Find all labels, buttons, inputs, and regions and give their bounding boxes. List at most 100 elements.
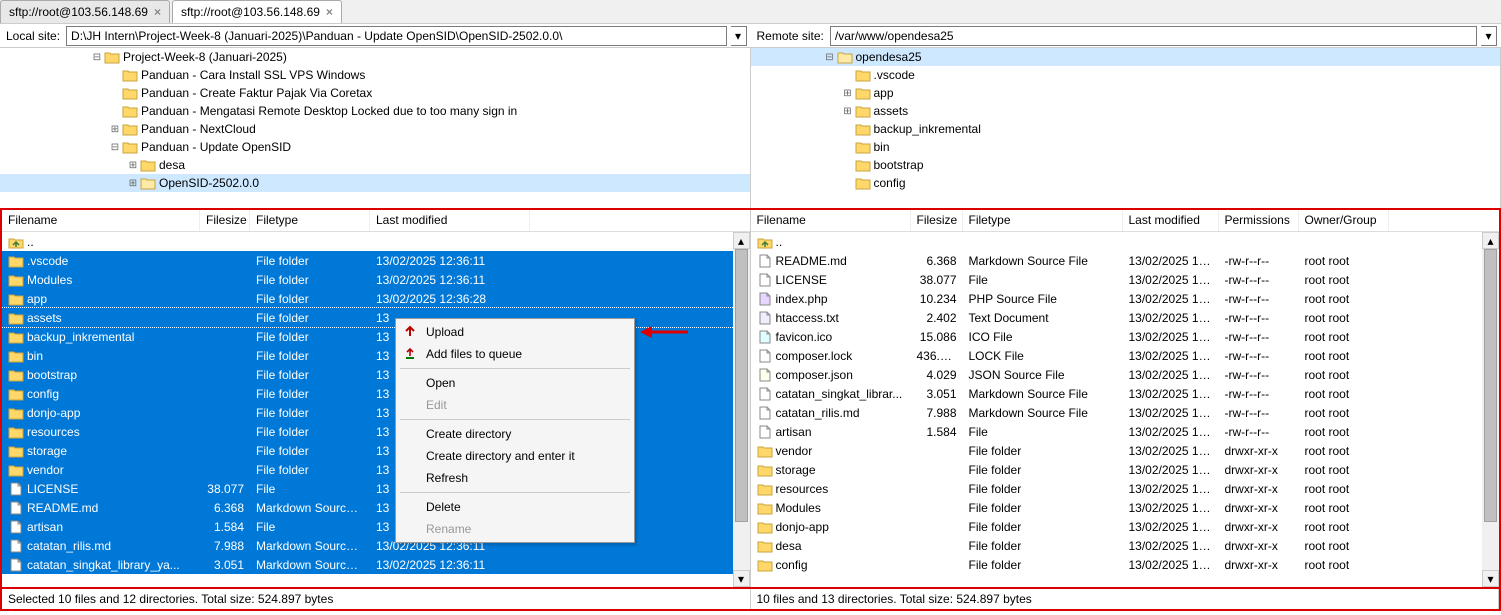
remote-path-dropdown[interactable]: ▾ [1481,26,1497,46]
menu-item-refresh[interactable]: Refresh [398,467,632,489]
expander-icon[interactable]: ⊞ [126,178,140,189]
local-file-list[interactable]: FilenameFilesizeFiletypeLast modified...… [2,210,751,587]
file-row[interactable]: composer.json4.029JSON Source File13/02/… [751,365,1500,384]
menu-item-add-files-to-queue[interactable]: Add files to queue [398,343,632,365]
file-row[interactable]: .. [2,232,750,251]
file-row[interactable]: .. [751,232,1500,251]
scrollbar[interactable]: ▴▾ [733,232,750,587]
close-icon[interactable]: × [326,5,333,19]
column-header[interactable]: Filename [2,210,200,231]
tree-item[interactable]: ⊟Project-Week-8 (Januari-2025) [0,48,750,66]
scrollbar[interactable]: ▴▾ [1482,232,1499,587]
file-row[interactable]: composer.lock436.078LOCK File13/02/2025 … [751,346,1500,365]
tab-0[interactable]: sftp://root@103.56.148.69 × [0,0,170,23]
file-row[interactable]: favicon.ico15.086ICO File13/02/2025 13:.… [751,327,1500,346]
file-row[interactable]: configFile folder13 [2,384,750,403]
remote-file-list[interactable]: FilenameFilesizeFiletypeLast modifiedPer… [751,210,1500,587]
file-row[interactable]: catatan_rilis.md7.988Markdown Source Fil… [751,403,1500,422]
scroll-down-icon[interactable]: ▾ [1482,570,1499,587]
file-row[interactable]: catatan_rilis.md7.988Markdown Source ...… [2,536,750,555]
file-row[interactable]: vendorFile folder13/02/2025 13:...drwxr-… [751,441,1500,460]
file-row[interactable]: artisan1.584File13 [2,517,750,536]
tree-item[interactable]: Panduan - Mengatasi Remote Desktop Locke… [0,102,750,120]
cell-mod: 13/02/2025 13:... [1123,500,1219,516]
tree-item[interactable]: ⊞assets [751,102,1501,120]
menu-item-create-directory-and-enter-it[interactable]: Create directory and enter it [398,445,632,467]
tree-item[interactable]: backup_inkremental [751,120,1501,138]
file-row[interactable]: donjo-appFile folder13/02/2025 13:...drw… [751,517,1500,536]
file-row[interactable]: storageFile folder13 [2,441,750,460]
scroll-up-icon[interactable]: ▴ [1482,232,1499,249]
tree-item[interactable]: Panduan - Create Faktur Pajak Via Coreta… [0,84,750,102]
menu-item-delete[interactable]: Delete [398,496,632,518]
file-row[interactable]: index.php10.234PHP Source File13/02/2025… [751,289,1500,308]
scroll-down-icon[interactable]: ▾ [733,570,750,587]
tree-item[interactable]: .vscode [751,66,1501,84]
file-row[interactable]: resourcesFile folder13 [2,422,750,441]
tree-item[interactable]: Panduan - Cara Install SSL VPS Windows [0,66,750,84]
tab-1[interactable]: sftp://root@103.56.148.69 × [172,0,342,23]
expander-icon[interactable]: ⊟ [823,52,837,63]
cell-name: catatan_singkat_library_ya... [2,557,200,573]
expander-icon[interactable]: ⊞ [108,124,122,135]
file-row[interactable]: assetsFile folder13 [2,308,750,327]
file-row[interactable]: storageFile folder13/02/2025 13:...drwxr… [751,460,1500,479]
file-row[interactable]: catatan_singkat_librar...3.051Markdown S… [751,384,1500,403]
menu-item-open[interactable]: Open [398,372,632,394]
tree-item[interactable]: bin [751,138,1501,156]
tree-item[interactable]: ⊟Panduan - Update OpenSID [0,138,750,156]
menu-item-create-directory[interactable]: Create directory [398,423,632,445]
tree-item[interactable]: ⊞desa [0,156,750,174]
column-header[interactable]: Owner/Group [1299,210,1389,231]
file-row[interactable]: desaFile folder13/02/2025 13:...drwxr-xr… [751,536,1500,555]
column-header[interactable]: Last modified [1123,210,1219,231]
remote-path-input[interactable] [830,26,1477,46]
remote-directory-tree[interactable]: ⊟opendesa25.vscode⊞app⊞assetsbackup_inkr… [751,48,1501,208]
tree-item[interactable]: bootstrap [751,156,1501,174]
column-header[interactable]: Filetype [963,210,1123,231]
file-icon [757,387,773,401]
file-row[interactable]: configFile folder13/02/2025 13:...drwxr-… [751,555,1500,574]
menu-item-upload[interactable]: Upload [398,321,632,343]
local-path-input[interactable] [66,26,726,46]
file-row[interactable]: .vscodeFile folder13/02/2025 12:36:11 [2,251,750,270]
tree-item[interactable]: config [751,174,1501,192]
expander-icon[interactable]: ⊟ [90,52,104,63]
file-row[interactable]: ModulesFile folder13/02/2025 12:36:11 [2,270,750,289]
column-header[interactable]: Filesize [200,210,250,231]
expander-icon[interactable]: ⊞ [841,88,855,99]
column-header[interactable]: Filetype [250,210,370,231]
upload-icon [403,324,419,340]
close-icon[interactable]: × [154,5,161,19]
local-directory-tree[interactable]: ⊟Project-Week-8 (Januari-2025)Panduan - … [0,48,751,208]
file-row[interactable]: catatan_singkat_library_ya...3.051Markdo… [2,555,750,574]
file-row[interactable]: resourcesFile folder13/02/2025 13:...drw… [751,479,1500,498]
file-row[interactable]: README.md6.368Markdown Source ...13 [2,498,750,517]
file-row[interactable]: README.md6.368Markdown Source File13/02/… [751,251,1500,270]
file-row[interactable]: binFile folder13 [2,346,750,365]
file-row[interactable]: backup_inkrementalFile folder13 [2,327,750,346]
local-path-dropdown[interactable]: ▾ [731,26,747,46]
column-header[interactable]: Filesize [911,210,963,231]
file-row[interactable]: appFile folder13/02/2025 12:36:28 [2,289,750,308]
column-header[interactable]: Permissions [1219,210,1299,231]
file-row[interactable]: artisan1.584File13/02/2025 13:...-rw-r--… [751,422,1500,441]
tree-item[interactable]: ⊞app [751,84,1501,102]
file-row[interactable]: vendorFile folder13 [2,460,750,479]
column-header[interactable]: Last modified [370,210,530,231]
file-row[interactable]: donjo-appFile folder13 [2,403,750,422]
file-row[interactable]: ModulesFile folder13/02/2025 13:...drwxr… [751,498,1500,517]
cell-mod: 13/02/2025 13:... [1123,538,1219,554]
column-header[interactable]: Filename [751,210,911,231]
scroll-up-icon[interactable]: ▴ [733,232,750,249]
expander-icon[interactable]: ⊟ [108,142,122,153]
tree-item[interactable]: ⊞OpenSID-2502.0.0 [0,174,750,192]
file-row[interactable]: bootstrapFile folder13 [2,365,750,384]
tree-item[interactable]: ⊟opendesa25 [751,48,1501,66]
file-row[interactable]: htaccess.txt2.402Text Document13/02/2025… [751,308,1500,327]
file-row[interactable]: LICENSE38.077File13/02/2025 13:...-rw-r-… [751,270,1500,289]
expander-icon[interactable]: ⊞ [126,160,140,171]
tree-item[interactable]: ⊞Panduan - NextCloud [0,120,750,138]
file-row[interactable]: LICENSE38.077File13 [2,479,750,498]
expander-icon[interactable]: ⊞ [841,106,855,117]
